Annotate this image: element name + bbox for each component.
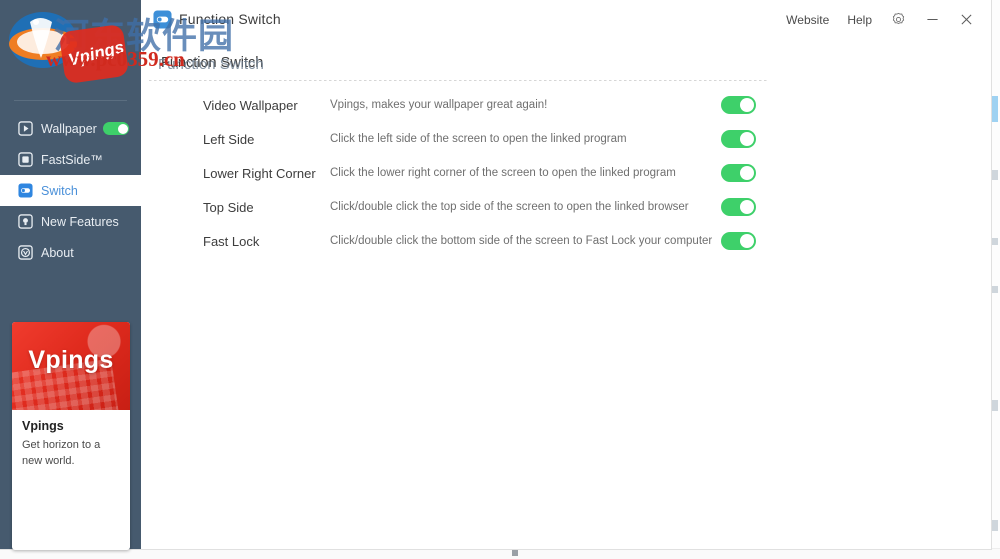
sidebar-item-fastside[interactable]: FastSide™ xyxy=(0,144,141,175)
promo-body: Vpings Get horizon to a new world. xyxy=(12,410,130,470)
sidebar-item-about[interactable]: About xyxy=(0,237,141,268)
function-description: Vpings, makes your wallpaper great again… xyxy=(330,99,548,111)
bulb-icon xyxy=(18,214,33,229)
sidebar-divider xyxy=(14,100,127,101)
function-switch-list: Video Wallpaper Vpings, makes your wallp… xyxy=(141,88,991,258)
minimize-icon[interactable] xyxy=(915,6,949,34)
function-name: Left Side xyxy=(203,131,255,147)
sidebar-item-label: Wallpaper xyxy=(41,121,97,136)
close-icon[interactable] xyxy=(949,6,983,34)
background-right-mark-5 xyxy=(991,400,998,411)
lower-right-corner-toggle[interactable] xyxy=(721,164,756,182)
promo-banner-image: Vpings xyxy=(12,322,130,410)
sidebar-header xyxy=(0,0,141,100)
function-row: Fast Lock Click/double click the bottom … xyxy=(141,224,991,258)
play-square-icon xyxy=(18,121,33,136)
wallpaper-toggle[interactable] xyxy=(103,122,129,135)
sidebar: Wallpaper FastSide™ Switch New Features … xyxy=(0,0,141,550)
sidebar-nav: Wallpaper FastSide™ Switch New Features … xyxy=(0,113,141,268)
switch-square-icon xyxy=(18,183,33,198)
content-panel: Function Switch Video Wallpaper Vpings, … xyxy=(141,39,991,549)
info-icon xyxy=(18,245,33,260)
function-description: Click the left side of the screen to ope… xyxy=(330,133,627,145)
background-bottom-strip xyxy=(0,548,1000,559)
promo-name: Vpings xyxy=(22,419,64,433)
function-row: Video Wallpaper Vpings, makes your wallp… xyxy=(141,88,991,122)
help-link[interactable]: Help xyxy=(838,9,881,31)
promo-banner-text: Vpings xyxy=(28,346,114,374)
video-wallpaper-toggle[interactable] xyxy=(721,96,756,114)
promo-description: Get horizon to a new world. xyxy=(22,439,101,467)
sidebar-item-label: New Features xyxy=(41,214,119,229)
background-right-mark-4 xyxy=(991,286,998,293)
function-description: Click the lower right corner of the scre… xyxy=(330,167,676,179)
background-right-mark-1 xyxy=(991,96,998,122)
section-divider xyxy=(149,80,769,81)
function-row: Left Side Click the left side of the scr… xyxy=(141,122,991,156)
function-name: Fast Lock xyxy=(203,233,260,249)
gear-icon[interactable] xyxy=(881,6,915,34)
background-right-mark-3 xyxy=(991,238,998,245)
fast-lock-toggle[interactable] xyxy=(721,232,756,250)
title-bar: Function Switch Website Help xyxy=(141,0,991,40)
function-row: Top Side Click/double click the top side… xyxy=(141,190,991,224)
sidebar-item-label: Switch xyxy=(41,183,78,198)
background-bottom-mark xyxy=(512,548,518,556)
section-title: Function Switch xyxy=(161,55,264,71)
application-window: Wallpaper FastSide™ Switch New Features … xyxy=(0,0,991,550)
function-name: Top Side xyxy=(203,199,254,215)
app-logo-icon xyxy=(153,10,172,29)
background-right-mark-6 xyxy=(991,520,998,531)
promo-card[interactable]: Vpings Vpings Get horizon to a new world… xyxy=(12,322,130,550)
square-icon xyxy=(18,152,33,167)
function-description: Click/double click the bottom side of th… xyxy=(330,235,713,247)
website-link[interactable]: Website xyxy=(777,9,838,31)
sidebar-item-label: About xyxy=(41,245,74,260)
function-description: Click/double click the top side of the s… xyxy=(330,201,689,213)
title-bar-actions: Website Help xyxy=(777,0,983,39)
sidebar-item-new-features[interactable]: New Features xyxy=(0,206,141,237)
left-side-toggle[interactable] xyxy=(721,130,756,148)
top-side-toggle[interactable] xyxy=(721,198,756,216)
sidebar-item-wallpaper[interactable]: Wallpaper xyxy=(0,113,141,144)
window-title: Function Switch xyxy=(179,11,281,27)
function-row: Lower Right Corner Click the lower right… xyxy=(141,156,991,190)
background-right-mark-2 xyxy=(991,170,998,180)
screen: Wallpaper FastSide™ Switch New Features … xyxy=(0,0,1000,559)
sidebar-item-label: FastSide™ xyxy=(41,152,103,167)
function-name: Lower Right Corner xyxy=(203,165,316,181)
function-name: Video Wallpaper xyxy=(203,97,298,113)
sidebar-item-switch[interactable]: Switch xyxy=(0,175,141,206)
